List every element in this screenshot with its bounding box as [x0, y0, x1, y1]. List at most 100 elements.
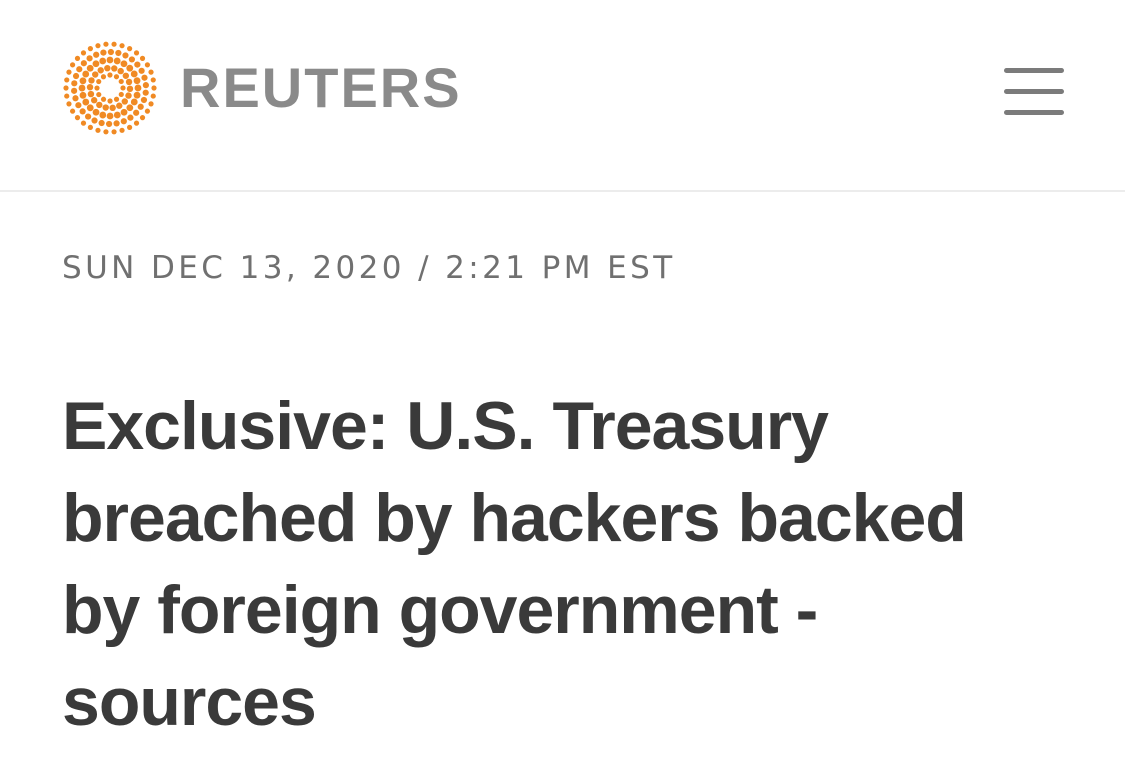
- logo-dot: [134, 61, 141, 68]
- logo-dot: [139, 55, 146, 61]
- logo-dot: [126, 85, 134, 93]
- site-header: REUTERS: [0, 0, 1125, 192]
- logo-dot: [99, 111, 107, 119]
- logo-dot: [113, 120, 120, 127]
- logo-dot: [107, 98, 113, 104]
- logo-dot: [130, 98, 138, 106]
- logo-dot: [92, 71, 99, 78]
- logo-dot: [63, 85, 69, 91]
- logo-dot: [128, 56, 135, 63]
- menu-button[interactable]: [1000, 64, 1066, 120]
- logo-dot: [72, 95, 79, 102]
- logo-dots-graphic: [63, 41, 157, 135]
- logo-dot: [133, 91, 141, 99]
- logo-dot: [78, 84, 86, 92]
- logo-dot: [75, 102, 82, 109]
- logo-dot: [86, 104, 94, 112]
- logo-dot: [144, 108, 151, 114]
- logo-dot: [120, 60, 128, 68]
- hamburger-menu-icon-bar: [1004, 110, 1064, 115]
- logo-dot: [127, 124, 133, 130]
- logo-dot: [92, 108, 100, 116]
- logo-dot: [106, 56, 114, 64]
- logo-dot: [95, 43, 101, 49]
- logo-dot: [118, 91, 124, 98]
- logo-dot: [120, 85, 126, 91]
- logo-dot: [103, 129, 109, 135]
- logo-dot: [140, 96, 148, 104]
- headline-line: sources: [62, 664, 317, 740]
- logo-dot: [71, 87, 78, 94]
- logo-dot: [100, 96, 107, 102]
- logo-dot: [111, 65, 118, 72]
- logo-dot: [111, 41, 117, 47]
- logo-dot: [133, 120, 140, 126]
- logo-dot: [80, 120, 87, 126]
- logo-dot: [133, 50, 140, 56]
- logo-dot: [86, 55, 93, 62]
- logo-dot: [103, 41, 109, 47]
- logo-dot: [150, 93, 156, 99]
- logo-dot: [127, 114, 134, 121]
- article-dateline: SUN DEC 13, 2020 / 2:21 PM EST: [62, 250, 676, 286]
- logo-dot: [94, 85, 100, 91]
- logo-dot: [105, 120, 113, 128]
- logo-dot: [86, 83, 94, 91]
- logo-dot: [116, 102, 123, 109]
- logo-dot: [87, 46, 93, 52]
- logo-dot: [79, 108, 86, 115]
- brand-wordmark[interactable]: REUTERS: [180, 58, 462, 118]
- logo-dot: [151, 85, 157, 91]
- logo-dot: [104, 64, 111, 72]
- hamburger-menu-icon: [1004, 68, 1064, 73]
- logo-dot: [126, 64, 134, 72]
- article-headline: Exclusive: U.S. Treasury breached by hac…: [62, 380, 1062, 748]
- logo-dot: [95, 127, 101, 133]
- logo-dot: [127, 46, 133, 52]
- logo-dot: [85, 113, 92, 120]
- logo-dot: [120, 108, 128, 116]
- logo-dot: [66, 101, 72, 107]
- logo-dot: [119, 127, 125, 133]
- logo-dot: [121, 98, 128, 105]
- logo-dot: [82, 98, 90, 106]
- logo-dot: [64, 77, 70, 83]
- logo-dot: [106, 112, 114, 120]
- logo-dot: [74, 115, 81, 121]
- logo-dot: [97, 67, 104, 74]
- logo-dot: [113, 111, 121, 119]
- headline-line: by foreign government -: [62, 572, 818, 648]
- logo-dot: [87, 124, 93, 130]
- logo-dot: [113, 96, 120, 102]
- logo-dot: [139, 115, 146, 121]
- logo-dot: [109, 104, 116, 112]
- logo-dot: [71, 80, 78, 87]
- logo-dot: [90, 97, 98, 104]
- logo-dot: [80, 50, 87, 56]
- logo-dot: [100, 74, 107, 80]
- logo-dot: [79, 91, 87, 99]
- logo-dot: [144, 62, 151, 68]
- logo-dot: [96, 78, 102, 85]
- logo-dot: [118, 78, 124, 85]
- logo-dot: [141, 74, 148, 81]
- logo-dot: [91, 117, 98, 124]
- logo-dot: [64, 93, 70, 99]
- logo-dot: [66, 69, 72, 75]
- headline-line: breached by hackers backed: [62, 480, 967, 556]
- logo-dot: [102, 104, 109, 111]
- logo-dot: [120, 118, 127, 125]
- logo-dot: [122, 52, 129, 59]
- logo-dot: [111, 129, 117, 135]
- logo-dot: [113, 57, 121, 65]
- logo-dot: [79, 77, 87, 85]
- logo-dot: [148, 69, 154, 75]
- logo-dot: [76, 66, 83, 73]
- logo-dot: [138, 67, 145, 74]
- logo-dot: [99, 57, 107, 65]
- logo-dot: [93, 51, 100, 58]
- logo-dot: [92, 60, 100, 68]
- logo-dot: [82, 70, 90, 78]
- reuters-logo-icon[interactable]: [58, 40, 162, 136]
- logo-dot: [119, 43, 125, 49]
